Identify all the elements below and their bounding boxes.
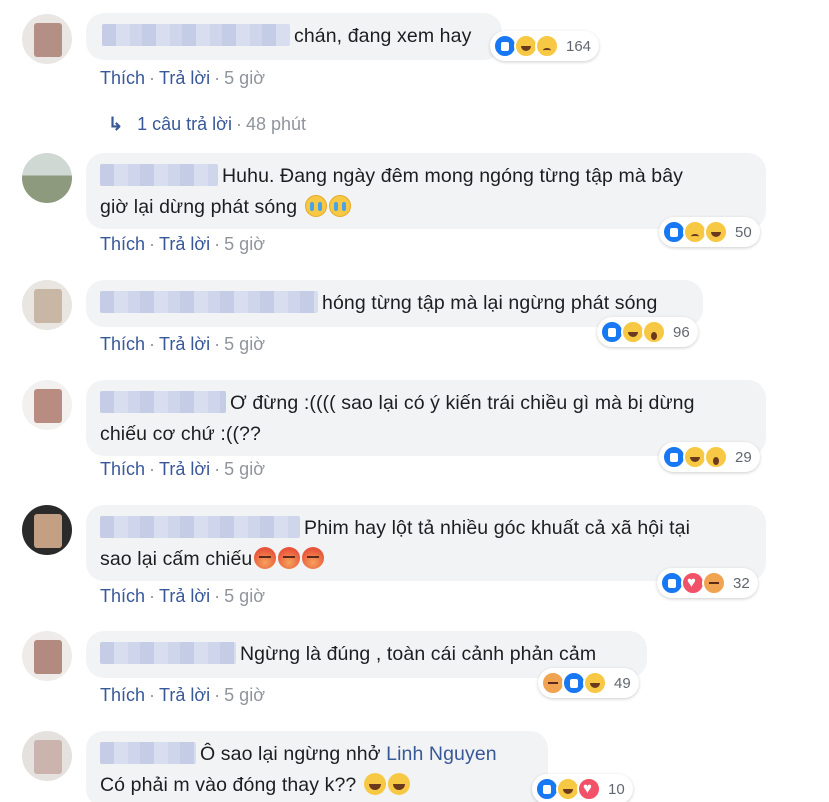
sad-reaction-icon: [535, 34, 559, 58]
avatar[interactable]: [22, 153, 72, 203]
reaction-count: 49: [614, 674, 631, 692]
separator: ·: [214, 68, 221, 88]
like-link[interactable]: Thích: [100, 586, 145, 606]
avatar[interactable]: [22, 631, 72, 681]
comment-text-line1: Huhu. Đang ngày đêm mong ngóng từng tập …: [222, 165, 684, 187]
avatar[interactable]: [22, 380, 72, 430]
haha-reaction-icon: [583, 671, 607, 695]
reactions-summary[interactable]: 32: [657, 568, 758, 598]
comment-actions: Thích · Trả lời · 5 giờ: [100, 334, 265, 355]
like-link[interactable]: Thích: [100, 459, 145, 479]
reaction-count: 29: [735, 448, 752, 466]
separator: ·: [149, 334, 156, 354]
redacted-name: [100, 164, 218, 186]
reaction-count: 10: [608, 780, 625, 798]
reply-link[interactable]: Trả lời: [159, 586, 210, 606]
reply-link[interactable]: Trả lời: [159, 234, 210, 254]
separator: ·: [149, 459, 156, 479]
reactions-summary[interactable]: 10: [532, 774, 633, 802]
comment-text-line1: Ô sao lại ngừng nhở: [200, 743, 381, 765]
angry-emoji-icon: [302, 547, 325, 569]
comment-text: Ngừng là đúng , toàn cái cảnh phản cảm: [240, 643, 597, 665]
angry-emoji-icon: [278, 547, 301, 569]
avatar[interactable]: [22, 14, 72, 64]
like-link[interactable]: Thích: [100, 68, 145, 88]
timestamp[interactable]: 5 giờ: [224, 234, 265, 254]
comment-actions: Thích · Trả lời · 5 giờ: [100, 459, 265, 480]
replies-time: 48 phút: [245, 114, 306, 134]
mention-link[interactable]: Linh Nguyen: [386, 743, 497, 765]
comment-text: hóng từng tập mà lại ngừng phát sóng: [322, 292, 658, 314]
reactions-summary[interactable]: 50: [659, 217, 760, 247]
redacted-name: [100, 642, 236, 664]
reply-link[interactable]: Trả lời: [159, 334, 210, 354]
timestamp[interactable]: 5 giờ: [224, 459, 265, 479]
reply-arrow-icon: ↳: [108, 114, 124, 134]
separator: ·: [149, 586, 156, 606]
redacted-name: [100, 516, 300, 538]
reaction-count: 50: [735, 223, 752, 241]
like-link[interactable]: Thích: [100, 685, 145, 705]
like-link[interactable]: Thích: [100, 234, 145, 254]
haha-reaction-icon: [704, 220, 728, 244]
separator: ·: [214, 234, 221, 254]
comment-text-line2: giờ lại dừng phát sóng: [100, 196, 298, 218]
separator: ·: [214, 586, 221, 606]
timestamp[interactable]: 5 giờ: [224, 68, 265, 88]
comment-actions: Thích · Trả lời · 5 giờ: [100, 586, 265, 607]
comment-actions: Thích · Trả lời · 5 giờ: [100, 68, 265, 89]
comment-text-line1: Ơ đừng :(((( sao lại có ý kiến trái chiề…: [230, 392, 695, 414]
separator: ·: [149, 685, 156, 705]
comment-bubble: Huhu. Đang ngày đêm mong ngóng từng tập …: [86, 153, 766, 229]
reactions-summary[interactable]: 96: [597, 317, 698, 347]
separator: ·: [214, 334, 221, 354]
comment-text-line2: Có phải m vào đóng thay k??: [100, 774, 357, 796]
separator: ·: [214, 459, 221, 479]
laughing-emoji-icon: [387, 773, 410, 795]
comment-actions: Thích · Trả lời · 5 giờ: [100, 234, 265, 255]
timestamp[interactable]: 5 giờ: [224, 685, 265, 705]
comment-bubble: Ô sao lại ngừng nhở Linh Nguyen Có phải …: [86, 731, 548, 802]
reaction-count: 32: [733, 574, 750, 592]
reaction-count: 96: [673, 323, 690, 341]
redacted-name: [100, 291, 318, 313]
replies-count[interactable]: 1 câu trả lời: [137, 114, 232, 134]
wow-reaction-icon: [704, 445, 728, 469]
reply-link[interactable]: Trả lời: [159, 68, 210, 88]
comment-text-line2: sao lại cấm chiếu: [100, 548, 253, 570]
timestamp[interactable]: 5 giờ: [224, 586, 265, 606]
separator: ·: [214, 685, 221, 705]
reactions-summary[interactable]: 29: [659, 442, 760, 472]
crying-emoji-icon: [328, 195, 351, 217]
reaction-count: 164: [566, 37, 592, 55]
angry-emoji-icon: [254, 547, 277, 569]
redacted-name: [100, 742, 196, 764]
comment-actions: Thích · Trả lời · 5 giờ: [100, 685, 265, 706]
comment-text: chán, đang xem hay: [294, 25, 472, 47]
separator: ·: [235, 114, 242, 134]
like-link[interactable]: Thích: [100, 334, 145, 354]
wow-reaction-icon: [642, 320, 666, 344]
separator: ·: [149, 68, 156, 88]
love-reaction-icon: [577, 777, 601, 801]
comment-text-line2: chiếu cơ chứ :((??: [100, 423, 261, 445]
comment-text-line1: Phim hay lột tả nhiều góc khuất cả xã hộ…: [304, 517, 691, 539]
avatar[interactable]: [22, 731, 72, 781]
angry-reaction-icon: [702, 571, 726, 595]
reply-link[interactable]: Trả lời: [159, 685, 210, 705]
comment-bubble: chán, đang xem hay: [86, 13, 502, 60]
redacted-name: [102, 24, 290, 46]
avatar[interactable]: [22, 280, 72, 330]
reactions-summary[interactable]: 49: [538, 668, 639, 698]
avatar[interactable]: [22, 505, 72, 555]
laughing-emoji-icon: [363, 773, 386, 795]
view-replies-link[interactable]: ↳ 1 câu trả lời · 48 phút: [108, 114, 306, 135]
reply-link[interactable]: Trả lời: [159, 459, 210, 479]
crying-emoji-icon: [304, 195, 327, 217]
timestamp[interactable]: 5 giờ: [224, 334, 265, 354]
separator: ·: [149, 234, 156, 254]
reactions-summary[interactable]: 164: [490, 31, 600, 61]
redacted-name: [100, 391, 226, 413]
